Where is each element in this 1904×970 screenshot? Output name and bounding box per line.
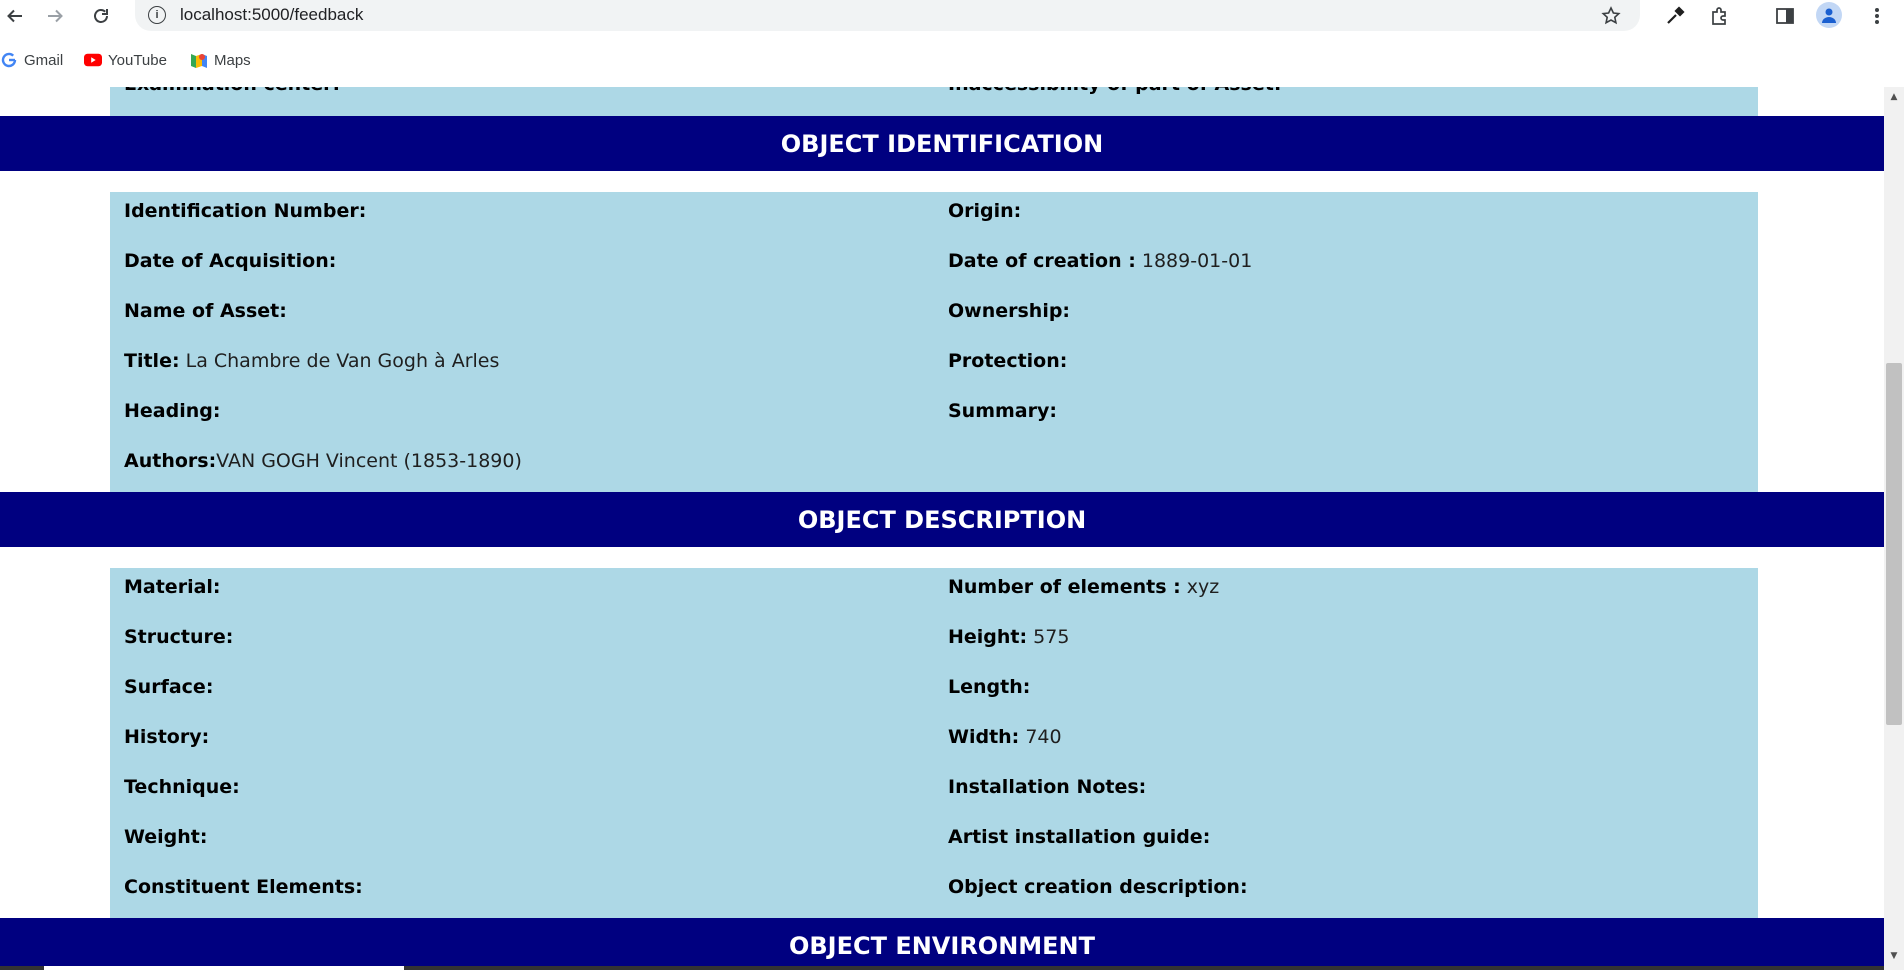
identification-number-field: Identification Number:	[124, 200, 367, 222]
number-of-elements-field: Number of elements : xyz	[948, 576, 1220, 598]
bookmark-youtube[interactable]: YouTube	[84, 51, 167, 69]
maps-icon	[190, 51, 208, 69]
forward-icon[interactable]	[40, 0, 70, 31]
structure-field: Structure:	[124, 626, 234, 648]
object-description-header: OBJECT DESCRIPTION	[0, 492, 1884, 547]
ownership-field: Ownership:	[948, 300, 1071, 322]
object-environment-header: OBJECT ENVIRONMENT	[0, 918, 1884, 970]
object-identification-panel: Identification Number: Date of Acquisiti…	[110, 192, 1758, 492]
installation-notes-field: Installation Notes:	[948, 776, 1147, 798]
extensions-icon[interactable]	[1706, 3, 1732, 29]
bookmark-maps[interactable]: Maps	[190, 51, 251, 69]
bookmark-label: Gmail	[24, 51, 64, 69]
date-of-creation-field: Date of creation : 1889-01-01	[948, 250, 1253, 272]
constituent-elements-field: Constituent Elements:	[124, 876, 363, 898]
bookmark-gmail[interactable]: Gmail	[0, 51, 63, 69]
material-field: Material:	[124, 576, 221, 598]
height-field: Height: 575	[948, 626, 1070, 648]
title-field: Title: La Chambre de Van Gogh à Arles	[124, 350, 500, 372]
object-identification-header: OBJECT IDENTIFICATION	[0, 116, 1884, 171]
bookmark-star-icon[interactable]	[1598, 3, 1624, 29]
length-field: Length:	[948, 676, 1031, 698]
object-creation-description-field: Object creation description:	[948, 876, 1248, 898]
object-description-panel: Material: Structure: Surface: History: T…	[110, 568, 1758, 918]
technique-field: Technique:	[124, 776, 240, 798]
site-info-icon[interactable]: i	[148, 6, 166, 24]
weight-field: Weight:	[124, 826, 208, 848]
reload-icon[interactable]	[86, 0, 116, 31]
page-content: Examination center: Inaccessibility of p…	[0, 87, 1884, 970]
name-of-asset-field: Name of Asset:	[124, 300, 287, 322]
side-panel-icon[interactable]	[1772, 3, 1798, 29]
previous-section-panel: Examination center: Inaccessibility of p…	[110, 87, 1758, 116]
menu-kebab-icon[interactable]	[1864, 3, 1890, 29]
url-text[interactable]: localhost:5000/feedback	[180, 5, 363, 25]
summary-field: Summary:	[948, 400, 1057, 422]
bookmark-label: Maps	[214, 51, 251, 69]
protection-field: Protection:	[948, 350, 1068, 372]
bookmark-label: YouTube	[108, 51, 167, 69]
scroll-up-arrow-icon[interactable]: ▲	[1888, 91, 1900, 103]
bookmarks-bar	[0, 31, 1904, 87]
artist-installation-guide-field: Artist installation guide:	[948, 826, 1211, 848]
scroll-down-arrow-icon[interactable]: ▼	[1888, 950, 1900, 962]
heading-field: Heading:	[124, 400, 221, 422]
youtube-icon	[84, 51, 102, 69]
eyedropper-icon[interactable]	[1662, 3, 1688, 29]
google-icon	[0, 51, 18, 69]
browser-toolbar: i localhost:5000/feedback	[0, 0, 1904, 31]
history-field: History:	[124, 726, 210, 748]
scrollbar-thumb[interactable]	[1886, 363, 1902, 725]
surface-field: Surface:	[124, 676, 214, 698]
date-of-acquisition-field: Date of Acquisition:	[124, 250, 337, 272]
examination-center-field: Examination center:	[124, 87, 340, 95]
bottom-bar-highlight	[44, 966, 404, 970]
back-icon[interactable]	[0, 0, 30, 31]
profile-avatar-icon[interactable]	[1816, 2, 1842, 28]
authors-field: Authors:VAN GOGH Vincent (1853-1890)	[124, 450, 522, 472]
inaccessibility-field: Inaccessibility of part of Asset:	[948, 87, 1281, 95]
origin-field: Origin:	[948, 200, 1022, 222]
width-field: Width: 740	[948, 726, 1062, 748]
